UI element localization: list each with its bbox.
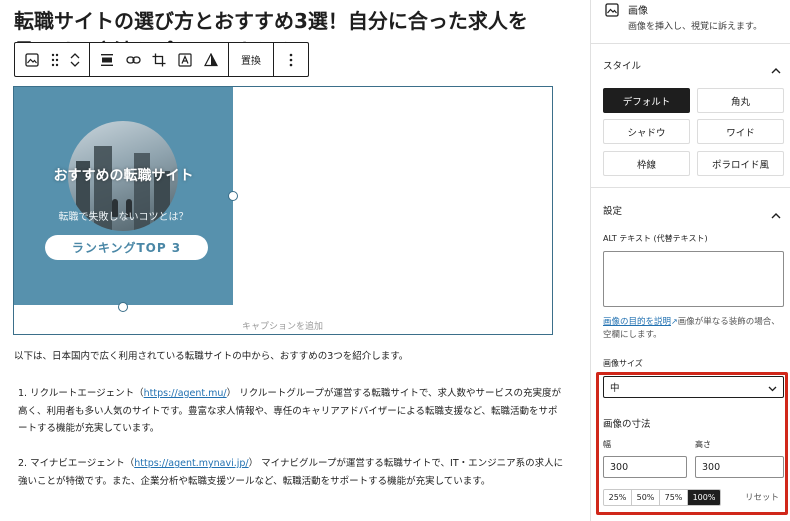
image-size-value: 中 — [610, 383, 620, 394]
more-options-icon[interactable] — [278, 43, 304, 76]
list-item-number: 2. — [18, 458, 28, 469]
panel-divider — [591, 187, 790, 188]
block-mover — [65, 43, 85, 76]
replace-button[interactable]: 置換 — [233, 43, 269, 76]
toolbar-group-tools — [90, 43, 229, 76]
align-icon[interactable] — [94, 43, 120, 76]
chevron-up-icon — [771, 204, 781, 223]
image-block-icon[interactable] — [19, 43, 45, 76]
scale-25-button[interactable]: 25% — [604, 490, 632, 505]
settings-sidebar: 画像 画像を挿入し、視覚に訴えます。 スタイル デフォルト 角丸 シャドウ ワイ… — [590, 0, 790, 521]
list-item-link[interactable]: https://agent.mu/ — [144, 388, 227, 399]
block-description: 画像を挿入し、視覚に訴えます。 — [628, 22, 763, 32]
toolbar-group-replace: 置換 — [229, 43, 274, 76]
alt-text-label: ALT テキスト (代替テキスト) — [603, 234, 708, 243]
list-item[interactable]: 1. リクルートエージェント（https://agent.mu/） リクルートグ… — [18, 385, 564, 438]
dimensions-title: 画像の寸法 — [603, 419, 651, 430]
image-block[interactable]: おすすめの転職サイト 転職で失敗しないコツとは？ ランキングTOP 3 キャプシ… — [13, 86, 553, 335]
list-item-number: 1. — [18, 388, 28, 399]
link-icon[interactable] — [120, 43, 146, 76]
styles-panel-title: スタイル — [603, 61, 642, 72]
height-label: 高さ — [695, 440, 711, 449]
drag-handle-icon[interactable] — [45, 43, 65, 76]
alt-text-field[interactable] — [603, 251, 784, 307]
reset-button[interactable]: リセット — [745, 491, 779, 503]
crop-icon[interactable] — [146, 43, 172, 76]
style-shadow-button[interactable]: シャドウ — [603, 119, 690, 144]
block-card: 画像 画像を挿入し、視覚に訴えます。 — [591, 0, 790, 44]
alt-help-link[interactable]: 画像の目的を説明 — [603, 317, 671, 327]
style-border-button[interactable]: 枠線 — [603, 151, 690, 176]
resize-handle-right[interactable] — [228, 191, 238, 201]
duotone-icon[interactable] — [198, 43, 224, 76]
image-size-label: 画像サイズ — [603, 359, 643, 368]
style-rounded-button[interactable]: 角丸 — [697, 88, 784, 113]
chevron-down-icon — [768, 384, 777, 395]
post-title[interactable]: 転職サイトの選び方とおすすめ3選！自分に合った求人を — [14, 6, 574, 36]
editor-canvas: 転職サイトの選び方とおすすめ3選！自分に合った求人を 見つける方法とポイントまと… — [0, 0, 590, 521]
style-default-button[interactable]: デフォルト — [603, 88, 690, 113]
percentage-buttons: 25% 50% 75% 100% — [603, 489, 721, 506]
list-item[interactable]: 2. マイナビエージェント（https://agent.mynavi.jp/） … — [18, 455, 564, 490]
scale-75-button[interactable]: 75% — [660, 490, 688, 505]
block-name: 画像 — [628, 6, 648, 17]
caption-placeholder[interactable]: キャプションを追加 — [14, 319, 551, 332]
scale-100-button[interactable]: 100% — [688, 490, 720, 505]
move-down-icon[interactable] — [70, 61, 80, 67]
external-link-icon: ↗ — [671, 317, 678, 326]
banner-title: おすすめの転職サイト — [53, 168, 194, 184]
toolbar-group-options — [274, 43, 308, 76]
list-item-close: ） — [226, 388, 237, 399]
move-up-icon[interactable] — [70, 52, 80, 59]
settings-panel-toggle[interactable]: 設定 — [591, 200, 790, 220]
alt-text-help: 画像の目的を説明↗画像が単なる装飾の場合、空欄にします。 — [603, 315, 783, 342]
block-toolbar: 置換 — [14, 42, 309, 77]
settings-panel-title: 設定 — [603, 206, 623, 217]
styles-panel-toggle[interactable]: スタイル — [591, 55, 790, 75]
chevron-up-icon — [771, 59, 781, 78]
banner-pill: ランキングTOP 3 — [45, 235, 208, 260]
intro-paragraph[interactable]: 以下は、日本国内で広く利用されている転職サイトの中から、おすすめの3つを紹介しま… — [14, 348, 574, 366]
width-input[interactable]: 300 — [603, 456, 687, 478]
width-label: 幅 — [603, 440, 611, 449]
banner-subtitle: 転職で失敗しないコツとは？ — [58, 212, 189, 223]
height-input[interactable]: 300 — [695, 456, 784, 478]
image-size-select[interactable]: 中 — [603, 376, 784, 398]
image-icon — [605, 2, 619, 21]
list-item-link[interactable]: https://agent.mynavi.jp/ — [134, 458, 248, 469]
resize-handle-bottom[interactable] — [118, 302, 128, 312]
style-wide-button[interactable]: ワイド — [697, 119, 784, 144]
scale-50-button[interactable]: 50% — [632, 490, 660, 505]
list-item-close: ） — [248, 458, 259, 469]
list-item-name: リクルートエージェント（ — [30, 388, 144, 399]
toolbar-group-block — [15, 43, 90, 76]
text-overlay-icon[interactable] — [172, 43, 198, 76]
banner-image: おすすめの転職サイト 転職で失敗しないコツとは？ ランキングTOP 3 — [14, 87, 233, 305]
style-polaroid-button[interactable]: ポラロイド風 — [697, 151, 784, 176]
list-item-name: マイナビエージェント（ — [30, 458, 135, 469]
